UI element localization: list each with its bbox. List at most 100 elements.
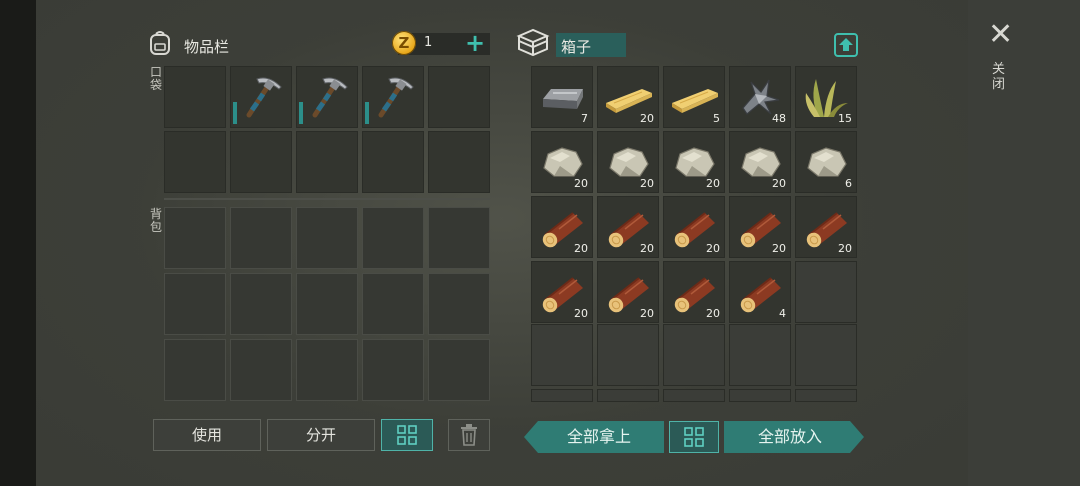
pocket-slot[interactable] [230,131,292,193]
chest-slot[interactable]: 20 [663,261,725,323]
chest-slot[interactable]: 4 [729,261,791,323]
pickaxe-icon [363,67,423,127]
chest-slot[interactable] [795,261,857,323]
item-count: 20 [772,177,786,190]
backpack-slot[interactable] [230,339,292,401]
chest-slot[interactable] [663,389,725,402]
chest-slot[interactable]: 5 [663,66,725,128]
pocket-slot[interactable] [164,66,226,128]
backpack-slot[interactable] [230,273,292,335]
delete-button[interactable] [448,419,490,451]
chest-slot[interactable] [663,324,725,386]
backpack-label: 背包 [150,207,163,234]
pocket-slot[interactable] [428,131,490,193]
chest-slot[interactable] [795,389,857,402]
backpack-slot[interactable] [296,339,358,401]
durability-bar [233,102,237,124]
item-count: 20 [706,242,720,255]
item-count: 20 [772,242,786,255]
chest-slot[interactable] [531,389,593,402]
chest-slot[interactable]: 20 [597,196,659,258]
chest-slot[interactable]: 7 [531,66,593,128]
item-count: 48 [772,112,786,125]
backpack-slot[interactable] [164,339,226,401]
add-coins-button[interactable]: + [465,31,485,55]
chest-slot[interactable]: 20 [531,131,593,193]
pickaxe-icon [297,67,357,127]
chest-slot[interactable]: 48 [729,66,791,128]
item-count: 20 [706,177,720,190]
chest-slot[interactable]: 20 [531,261,593,323]
take-all-label: 全部拿上 [566,427,631,446]
chest-slot[interactable] [531,324,593,386]
backpack-slot[interactable] [428,339,490,401]
pickaxe-icon [231,67,291,127]
item-count: 20 [574,177,588,190]
backpack-slot[interactable] [164,273,226,335]
pocket-slot[interactable] [164,131,226,193]
upload-icon[interactable] [834,33,858,57]
chest-slot[interactable]: 6 [795,131,857,193]
pocket-slot[interactable] [296,131,358,193]
item-count: 6 [845,177,852,190]
chest-slot[interactable] [729,389,791,402]
trash-icon [461,424,477,446]
backpack-slot[interactable] [362,339,424,401]
sort-chest-button[interactable] [669,421,719,453]
chest-slot[interactable]: 20 [663,196,725,258]
backpack-slot[interactable] [428,207,490,269]
pocket-slot[interactable] [362,131,424,193]
grid-icon [397,425,417,445]
pocket-label: 口袋 [150,65,163,92]
take-all-button[interactable]: 全部拿上 [524,421,664,453]
backpack-slot[interactable] [428,273,490,335]
chest-slot[interactable] [597,324,659,386]
chest-slot[interactable]: 20 [663,131,725,193]
backpack-slot[interactable] [362,273,424,335]
close-label[interactable]: 关闭 [992,62,1006,92]
item-count: 20 [640,112,654,125]
item-count: 20 [640,307,654,320]
inventory-title: 物品栏 [184,38,230,56]
item-count: 20 [574,307,588,320]
chest-icon [516,27,550,57]
close-icon[interactable]: ✕ [988,20,1013,50]
item-count: 15 [838,112,852,125]
backpack-slot[interactable] [230,207,292,269]
backpack-icon [148,30,172,56]
pocket-slot[interactable] [362,66,424,128]
chest-slot[interactable]: 20 [795,196,857,258]
chest-slot[interactable]: 20 [531,196,593,258]
chest-slot[interactable]: 20 [597,66,659,128]
chest-slot[interactable]: 20 [729,196,791,258]
chest-slot[interactable]: 20 [597,131,659,193]
backpack-slot[interactable] [296,273,358,335]
put-all-button[interactable]: 全部放入 [724,421,864,453]
item-count: 20 [574,242,588,255]
item-count: 4 [779,307,786,320]
chest-slot[interactable] [795,324,857,386]
item-count: 20 [640,177,654,190]
backpack-slot[interactable] [296,207,358,269]
section-divider [164,198,490,200]
item-count: 7 [581,112,588,125]
backpack-slot[interactable] [164,207,226,269]
split-button[interactable]: 分开 [267,419,375,451]
chest-slot[interactable]: 15 [795,66,857,128]
close-strip [968,0,1080,486]
item-count: 20 [706,307,720,320]
pocket-slot[interactable] [296,66,358,128]
pocket-slot[interactable] [428,66,490,128]
coin-count: 1 [424,35,433,50]
item-count: 5 [713,112,720,125]
chest-slot[interactable] [597,389,659,402]
coin-icon: Z [392,31,416,55]
chest-slot[interactable]: 20 [597,261,659,323]
chest-slot[interactable]: 20 [729,131,791,193]
chest-slot[interactable] [729,324,791,386]
item-count: 20 [838,242,852,255]
backpack-slot[interactable] [362,207,424,269]
pocket-slot[interactable] [230,66,292,128]
use-button[interactable]: 使用 [153,419,261,451]
sort-inventory-button[interactable] [381,419,433,451]
